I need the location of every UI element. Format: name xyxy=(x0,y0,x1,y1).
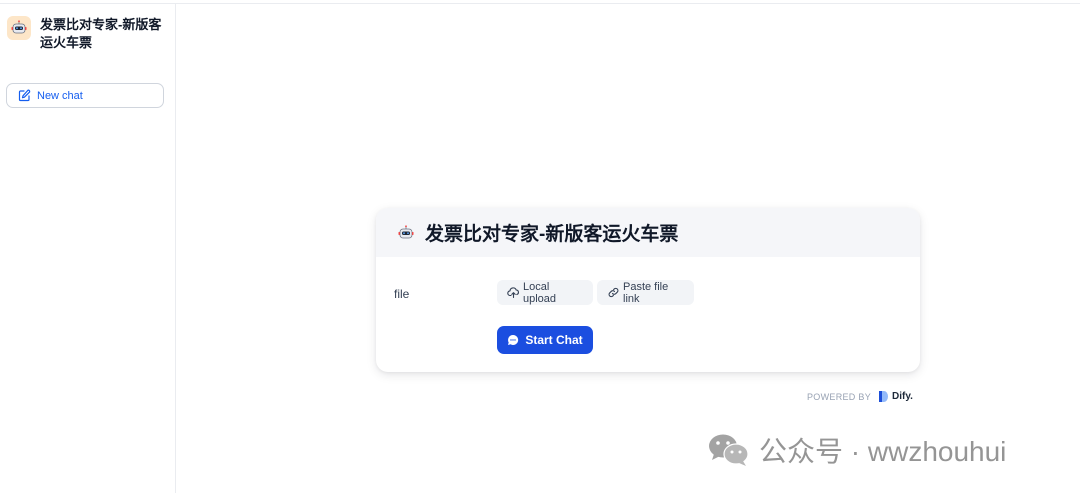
paste-file-link-button[interactable]: Paste file link xyxy=(597,280,694,305)
card-title: 发票比对专家-新版客运火车票 xyxy=(425,224,679,245)
watermark: 公众号 · wwzhouhui xyxy=(708,430,1006,470)
new-chat-label: New chat xyxy=(37,89,83,102)
page: 发票比对专家-新版客运火车票 New chat 发票比对专家-新版客运火车票 f… xyxy=(0,0,1080,493)
local-upload-label: Local upload xyxy=(523,280,557,305)
cloud-upload-icon xyxy=(507,286,520,299)
edit-icon xyxy=(18,89,31,102)
app-title: 发票比对专家-新版客运火车票 xyxy=(40,17,162,50)
chat-bubble-icon xyxy=(507,334,519,346)
watermark-text: 公众号 · wwzhouhui xyxy=(759,436,1007,467)
robot-icon xyxy=(7,16,31,40)
powered-by-text: POWERED BY xyxy=(807,391,872,402)
link-icon xyxy=(607,286,620,299)
robot-icon xyxy=(397,224,415,242)
start-chat-button[interactable]: Start Chat xyxy=(497,326,593,354)
file-field-label: file xyxy=(394,287,410,301)
dify-logo[interactable]: Dify. xyxy=(879,391,913,402)
dify-brand-text: Dify. xyxy=(892,391,913,402)
paste-file-link-label: Paste file link xyxy=(623,280,669,305)
powered-by: POWERED BY Dify. xyxy=(807,391,913,402)
dify-logo-icon xyxy=(879,391,889,402)
local-upload-button[interactable]: Local upload xyxy=(497,280,593,305)
sidebar: 发票比对专家-新版客运火车票 New chat xyxy=(0,4,176,493)
app-header: 发票比对专家-新版客运火车票 xyxy=(7,16,164,52)
wechat-icon xyxy=(708,432,750,468)
start-card: 发票比对专家-新版客运火车票 file Local upload Paste f… xyxy=(376,208,920,372)
card-header: 发票比对专家-新版客运火车票 xyxy=(376,208,920,257)
new-chat-button[interactable]: New chat xyxy=(6,83,164,108)
start-chat-label: Start Chat xyxy=(525,333,583,347)
